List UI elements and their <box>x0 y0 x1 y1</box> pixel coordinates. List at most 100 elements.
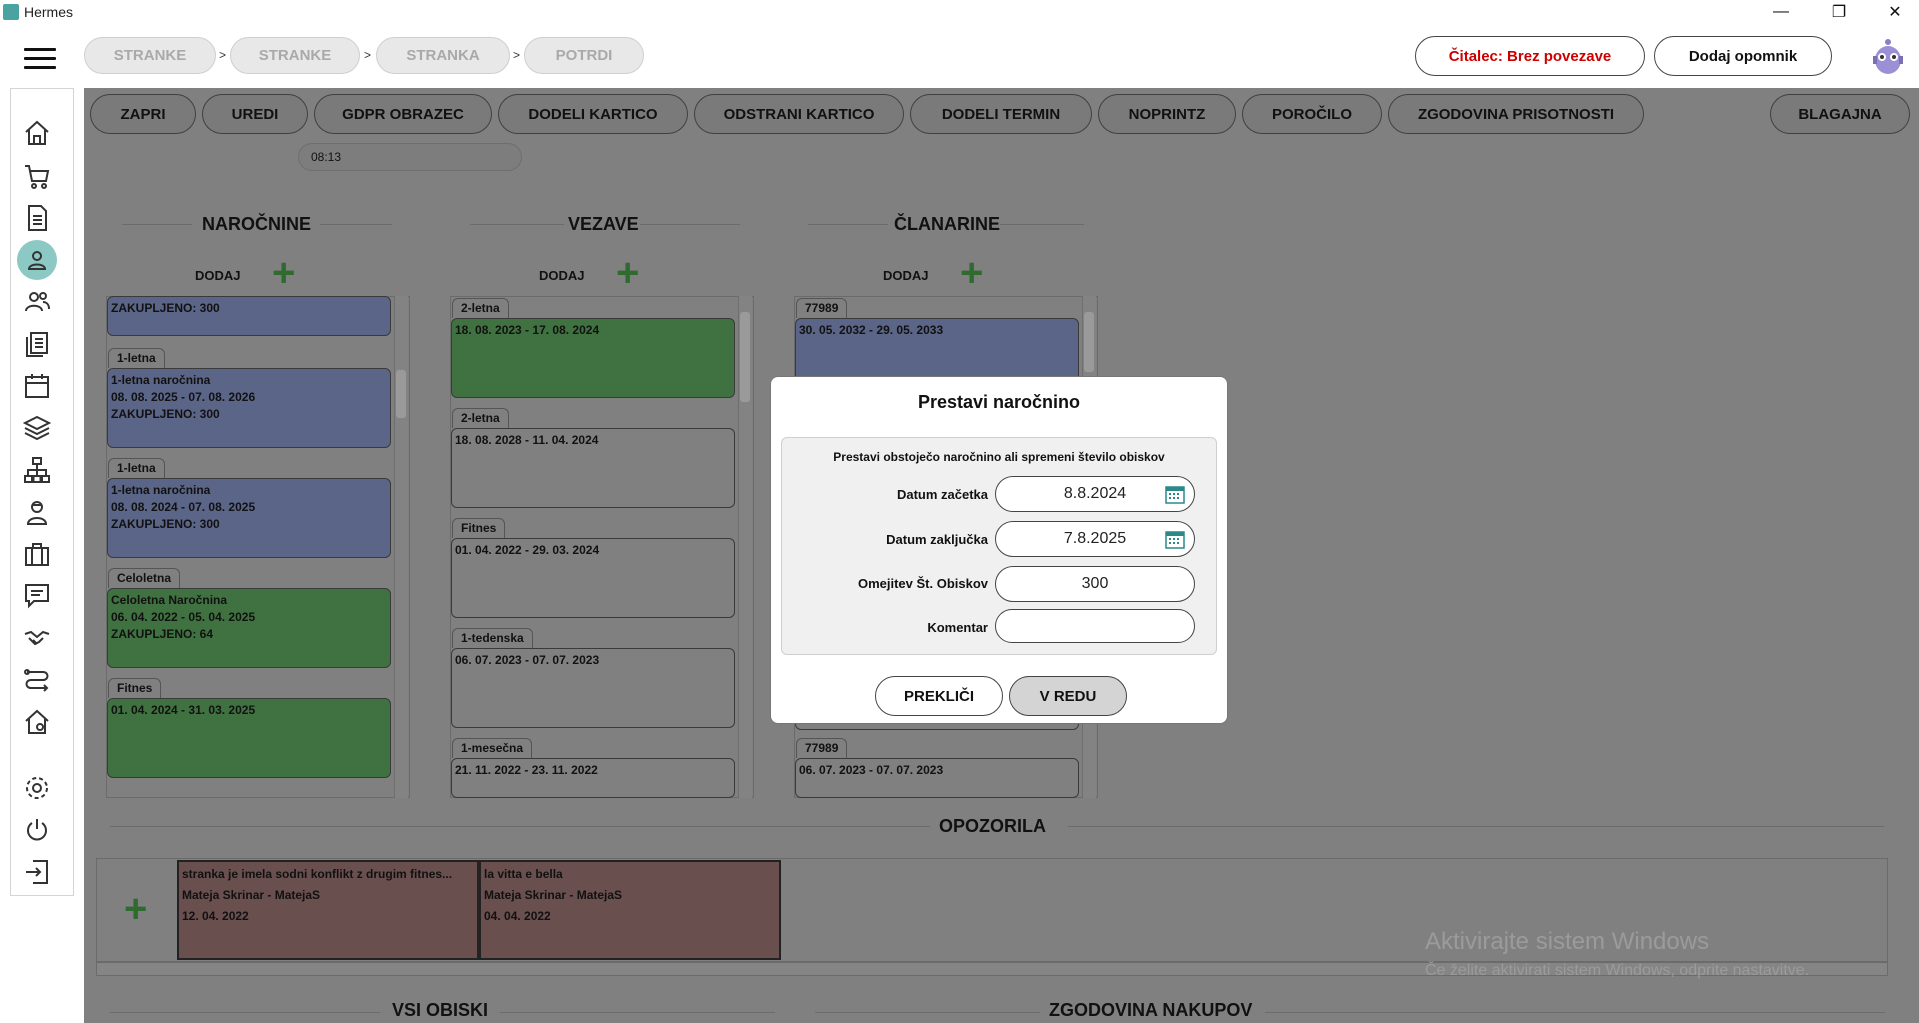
calendar-icon[interactable] <box>1165 529 1185 549</box>
list-item[interactable]: Celoletna Naročnina 06. 04. 2022 - 05. 0… <box>107 588 391 668</box>
vezave-title: VEZAVE <box>568 214 639 234</box>
divider <box>808 224 888 225</box>
start-date-field[interactable]: 8.8.2024 <box>995 476 1195 512</box>
list-item[interactable]: 06. 07. 2023 - 07. 07. 2023 <box>795 758 1079 798</box>
list-item[interactable]: 01. 04. 2022 - 29. 03. 2024 <box>451 538 735 618</box>
logout-icon[interactable] <box>17 852 57 892</box>
warning-card[interactable]: stranka je imela sodni konflikt z drugim… <box>177 860 479 960</box>
noprintz-button[interactable]: NOPRINTZ <box>1098 94 1236 134</box>
list-item[interactable]: ZAKUPLJENO: 300 <box>107 296 391 336</box>
card-line: 06. 07. 2023 - 07. 07. 2023 <box>455 653 600 667</box>
list-item[interactable]: 1-letna naročnina 08. 08. 2024 - 07. 08.… <box>107 478 391 558</box>
card-line: 30. 05. 2032 - 29. 05. 2033 <box>799 323 944 337</box>
card-line: ZAKUPLJENO: 300 <box>111 301 220 315</box>
add-clanarina-plus-icon[interactable]: + <box>960 253 983 293</box>
warning-card[interactable]: la vitta e bella Mateja Skrinar - Mateja… <box>479 860 781 960</box>
settings-icon[interactable] <box>17 768 57 808</box>
scroll-thumb[interactable] <box>1084 312 1094 372</box>
visit-limit-field[interactable]: 300 <box>995 566 1195 602</box>
comment-field[interactable] <box>995 609 1195 643</box>
route-icon[interactable] <box>17 660 57 700</box>
list-item[interactable]: 18. 08. 2028 - 11. 04. 2024 <box>451 428 735 508</box>
card-tag: 77989 <box>796 738 848 758</box>
warning-date: 12. 04. 2022 <box>182 909 249 923</box>
power-icon[interactable] <box>17 810 57 850</box>
minimize-button[interactable]: — <box>1758 0 1804 24</box>
close-button[interactable]: ✕ <box>1872 0 1918 24</box>
add-vezava-plus-icon[interactable]: + <box>616 253 639 293</box>
layers-icon[interactable] <box>17 408 57 448</box>
add-warning-plus-icon[interactable]: + <box>124 889 147 929</box>
remove-card-button[interactable]: ODSTRANI KARTICO <box>694 94 904 134</box>
list-item[interactable]: 06. 07. 2023 - 07. 07. 2023 <box>451 648 735 728</box>
hierarchy-icon[interactable] <box>17 450 57 490</box>
chat-icon[interactable] <box>17 576 57 616</box>
divider <box>110 1012 380 1013</box>
all-visits-title: VSI OBISKI <box>392 1000 489 1020</box>
report-button[interactable]: POROČILO <box>1242 94 1382 134</box>
warning-text: stranka je imela sodni konflikt z drugim… <box>182 867 453 881</box>
list-item[interactable]: 01. 04. 2024 - 31. 03. 2025 <box>107 698 391 778</box>
list-icon[interactable] <box>17 324 57 364</box>
home-icon[interactable] <box>17 113 57 153</box>
briefcase-icon[interactable] <box>17 534 57 574</box>
person-icon[interactable] <box>17 240 57 280</box>
add-clanarina-label: DODAJ <box>883 268 929 283</box>
assign-card-button[interactable]: DODELI KARTICO <box>498 94 688 134</box>
cart-icon[interactable] <box>17 156 57 196</box>
title-bar <box>0 0 1919 24</box>
card-line: 01. 04. 2022 - 29. 03. 2024 <box>455 543 600 557</box>
card-line: 08. 08. 2025 - 07. 08. 2026 <box>111 390 256 404</box>
gdpr-form-button[interactable]: GDPR OBRAZEC <box>314 94 492 134</box>
breadcrumb-1[interactable]: STRANKE <box>84 37 216 74</box>
scroll-thumb[interactable] <box>740 312 750 402</box>
list-item[interactable]: 1-letna naročnina 08. 08. 2025 - 07. 08.… <box>107 368 391 448</box>
add-narocnina-label: DODAJ <box>195 268 241 283</box>
cancel-button[interactable]: PREKLIČI <box>875 676 1003 716</box>
list-item[interactable]: 18. 08. 2023 - 17. 08. 2024 <box>451 318 735 398</box>
close-client-button[interactable]: ZAPRI <box>90 94 196 134</box>
reader-status-button[interactable]: Čitalec: Brez povezave <box>1415 36 1645 76</box>
ok-button[interactable]: V REDU <box>1009 676 1127 716</box>
end-date-field[interactable]: 7.8.2025 <box>995 521 1195 557</box>
breadcrumb-4[interactable]: POTRDI <box>524 37 644 74</box>
card-tag: 1-letna <box>108 458 165 478</box>
calendar-icon[interactable] <box>1165 484 1185 504</box>
scroll-thumb[interactable] <box>396 370 406 418</box>
card-tag: 1-letna <box>108 348 165 368</box>
user-avatar[interactable] <box>1868 36 1908 76</box>
breadcrumb-sep: > <box>364 48 372 62</box>
card-line: Celoletna Naročnina <box>111 593 228 607</box>
end-date-value: 7.8.2025 <box>1063 530 1127 547</box>
menu-icon[interactable] <box>24 48 56 72</box>
divider <box>110 826 930 827</box>
add-narocnina-plus-icon[interactable]: + <box>272 253 295 293</box>
handshake-icon[interactable] <box>17 618 57 658</box>
card-line: 06. 04. 2022 - 05. 04. 2025 <box>111 610 256 624</box>
card-line: 1-letna naročnina <box>111 483 211 497</box>
divider <box>815 1012 1040 1013</box>
app-logo-icon <box>3 4 19 20</box>
calendar-icon[interactable] <box>17 366 57 406</box>
add-reminder-button[interactable]: Dodaj opomnik <box>1654 36 1832 76</box>
card-tag: 77989 <box>796 298 848 318</box>
breadcrumb-3[interactable]: STRANKA <box>376 37 510 74</box>
list-item[interactable]: 21. 11. 2022 - 23. 11. 2022 <box>451 758 735 798</box>
edit-button[interactable]: UREDI <box>202 94 308 134</box>
start-date-label: Datum začetka <box>896 487 988 502</box>
people-icon[interactable] <box>17 282 57 322</box>
document-icon[interactable] <box>17 198 57 238</box>
attendance-history-button[interactable]: ZGODOVINA PRISOTNOSTI <box>1388 94 1644 134</box>
assign-slot-button[interactable]: DODELI TERMIN <box>910 94 1092 134</box>
card-line: 06. 07. 2023 - 07. 07. 2023 <box>799 763 944 777</box>
trainer-icon[interactable] <box>17 492 57 532</box>
house-icon[interactable] <box>17 702 57 742</box>
breadcrumb-sep: > <box>513 48 521 62</box>
cash-register-button[interactable]: BLAGAJNA <box>1770 94 1910 134</box>
maximize-button[interactable]: ❐ <box>1816 0 1862 24</box>
visit-limit-label: Omejitev Št. Obiskov <box>857 576 988 591</box>
card-tag: Fitnes <box>452 518 506 538</box>
card-tag: Celoletna <box>108 568 181 588</box>
comment-label: Komentar <box>927 620 988 635</box>
breadcrumb-2[interactable]: STRANKE <box>230 37 360 74</box>
